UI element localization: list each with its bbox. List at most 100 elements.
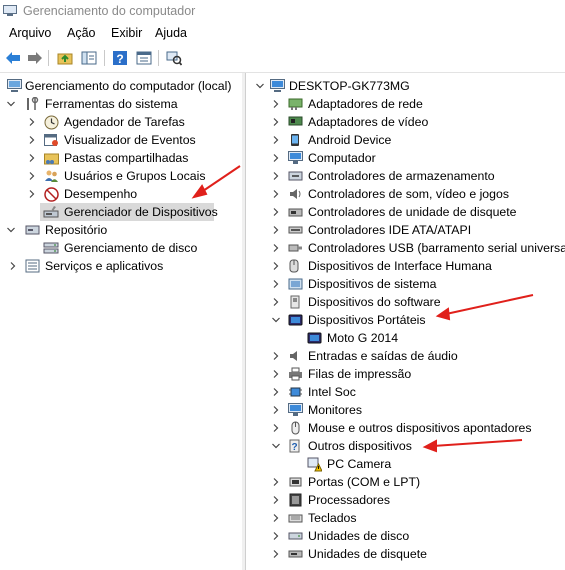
- chevron-right-icon[interactable]: [271, 261, 281, 271]
- chevron-right-icon[interactable]: [27, 171, 37, 181]
- device-tree-root[interactable]: DESKTOP-GK773MG: [247, 77, 565, 95]
- device-tree-item[interactable]: Dispositivos do software: [247, 293, 565, 311]
- chevron-right-icon[interactable]: [271, 495, 281, 505]
- chevron-right-icon[interactable]: [271, 279, 281, 289]
- device-tree-item[interactable]: Dispositivos de Interface Humana: [247, 257, 565, 275]
- chevron-right-icon[interactable]: [271, 477, 281, 487]
- device-tree-item[interactable]: Adaptadores de rede: [247, 95, 565, 113]
- chevron-right-icon[interactable]: [27, 189, 37, 199]
- device-tree-item[interactable]: Controladores de armazenamento: [247, 167, 565, 185]
- scan-hardware-icon[interactable]: [165, 49, 183, 67]
- tree-item-disk-management[interactable]: Gerenciamento de disco: [0, 239, 242, 257]
- chevron-right-icon[interactable]: [271, 369, 281, 379]
- chevron-right-icon[interactable]: [271, 405, 281, 415]
- tree-item-services-apps[interactable]: Serviços e aplicativos: [0, 257, 242, 275]
- device-tree-item[interactable]: Monitores: [247, 401, 565, 419]
- floppy-controller-icon: [287, 204, 303, 220]
- device-tree-item[interactable]: Controladores IDE ATA/ATAPI: [247, 221, 565, 239]
- help-icon[interactable]: ?: [111, 49, 129, 67]
- back-arrow-icon[interactable]: [4, 49, 22, 67]
- tree-item-device-manager[interactable]: Gerenciador de Dispositivos: [40, 203, 218, 221]
- chevron-right-icon[interactable]: [271, 225, 281, 235]
- device-tree-item[interactable]: Controladores de som, vídeo e jogos: [247, 185, 565, 203]
- chevron-down-icon[interactable]: [255, 81, 265, 91]
- device-tree-label: Android Device: [308, 133, 392, 147]
- device-tree-label: Dispositivos Portáteis: [308, 313, 426, 327]
- tree-item-local-users[interactable]: Usuários e Grupos Locais: [0, 167, 242, 185]
- chevron-right-icon[interactable]: [271, 117, 281, 127]
- tree-item-event-viewer[interactable]: Visualizador de Eventos: [0, 131, 242, 149]
- device-tree-pane[interactable]: DESKTOP-GK773MG Adaptadores de rede Adapta…: [247, 73, 565, 570]
- chevron-right-icon[interactable]: [271, 207, 281, 217]
- chevron-down-icon[interactable]: [271, 441, 281, 451]
- device-tree-item[interactable]: PC Camera: [247, 455, 565, 473]
- chevron-right-icon[interactable]: [27, 117, 37, 127]
- tree-item-performance[interactable]: Desempenho: [0, 185, 242, 203]
- chevron-down-icon[interactable]: [6, 225, 16, 235]
- chevron-right-icon[interactable]: [271, 153, 281, 163]
- device-tree-item[interactable]: Moto G 2014: [247, 329, 565, 347]
- device-tree-label: Dispositivos do software: [308, 295, 441, 309]
- console-tree-pane[interactable]: Gerenciamento do computador (local) Ferr…: [0, 73, 243, 570]
- tree-item-shared-folders[interactable]: Pastas compartilhadas: [0, 149, 242, 167]
- chevron-right-icon[interactable]: [271, 351, 281, 361]
- hid-icon: [287, 258, 303, 274]
- device-tree-item[interactable]: Controladores USB (barramento serial uni…: [247, 239, 565, 257]
- chevron-down-icon[interactable]: [6, 99, 16, 109]
- device-tree-item[interactable]: Unidades de disquete: [247, 545, 565, 563]
- chevron-right-icon[interactable]: [27, 135, 37, 145]
- device-tree-item[interactable]: Computador: [247, 149, 565, 167]
- tree-item-system-tools[interactable]: Ferramentas do sistema: [0, 95, 242, 113]
- audio-io-icon: [287, 348, 303, 364]
- chevron-right-icon[interactable]: [271, 387, 281, 397]
- chevron-right-icon[interactable]: [271, 99, 281, 109]
- menu-arquivo[interactable]: Arquivo: [9, 26, 51, 40]
- device-tree-item[interactable]: ? Outros dispositivos: [247, 437, 565, 455]
- chevron-right-icon[interactable]: [271, 423, 281, 433]
- chevron-right-icon[interactable]: [271, 171, 281, 181]
- device-tree-label: Unidades de disquete: [308, 547, 427, 561]
- chevron-right-icon[interactable]: [271, 243, 281, 253]
- properties-icon[interactable]: [135, 49, 153, 67]
- chevron-right-icon[interactable]: [271, 549, 281, 559]
- pane-splitter[interactable]: [242, 73, 246, 570]
- device-tree-item[interactable]: Filas de impressão: [247, 365, 565, 383]
- tree-item-task-scheduler[interactable]: Agendador de Tarefas: [0, 113, 242, 131]
- device-tree-item[interactable]: Mouse e outros dispositivos apontadores: [247, 419, 565, 437]
- device-tree-item[interactable]: Dispositivos de sistema: [247, 275, 565, 293]
- device-tree-item[interactable]: Portas (COM e LPT): [247, 473, 565, 491]
- chevron-right-icon[interactable]: [271, 531, 281, 541]
- usb-icon: [287, 240, 303, 256]
- device-tree-item[interactable]: Processadores: [247, 491, 565, 509]
- device-tree-label: DESKTOP-GK773MG: [289, 79, 410, 93]
- menu-bar: Arquivo Ação Exibir Ajuda: [0, 24, 565, 44]
- chevron-right-icon[interactable]: [271, 513, 281, 523]
- device-tree-item[interactable]: Entradas e saídas de áudio: [247, 347, 565, 365]
- chevron-right-icon[interactable]: [27, 153, 37, 163]
- device-tree-item[interactable]: Android Device: [247, 131, 565, 149]
- device-tree-item[interactable]: Controladores de unidade de disquete: [247, 203, 565, 221]
- shared-folder-icon: [43, 150, 59, 166]
- menu-ajuda[interactable]: Ajuda: [155, 26, 187, 40]
- chevron-right-icon[interactable]: [271, 189, 281, 199]
- chevron-down-icon[interactable]: [271, 315, 281, 325]
- device-tree-label: Adaptadores de vídeo: [308, 115, 429, 129]
- show-hide-tree-icon[interactable]: [80, 49, 98, 67]
- tree-item-computer-management[interactable]: Gerenciamento do computador (local): [0, 77, 242, 95]
- chevron-right-icon[interactable]: [8, 261, 18, 271]
- device-tree-item[interactable]: Intel Soc: [247, 383, 565, 401]
- up-folder-icon[interactable]: [56, 49, 74, 67]
- device-tree-item[interactable]: Teclados: [247, 509, 565, 527]
- display-adapter-icon: [287, 114, 303, 130]
- forward-arrow-icon[interactable]: [26, 49, 44, 67]
- menu-exibir[interactable]: Exibir: [111, 26, 142, 40]
- chevron-right-icon[interactable]: [271, 297, 281, 307]
- tree-item-storage[interactable]: Repositório: [0, 221, 242, 239]
- portable-device-icon: [287, 312, 303, 328]
- menu-acao[interactable]: Ação: [67, 26, 96, 40]
- device-tree-item[interactable]: Adaptadores de vídeo: [247, 113, 565, 131]
- device-tree-item[interactable]: Dispositivos Portáteis: [247, 311, 565, 329]
- device-tree-item[interactable]: Unidades de disco: [247, 527, 565, 545]
- floppy-drive-icon: [287, 546, 303, 562]
- chevron-right-icon[interactable]: [271, 135, 281, 145]
